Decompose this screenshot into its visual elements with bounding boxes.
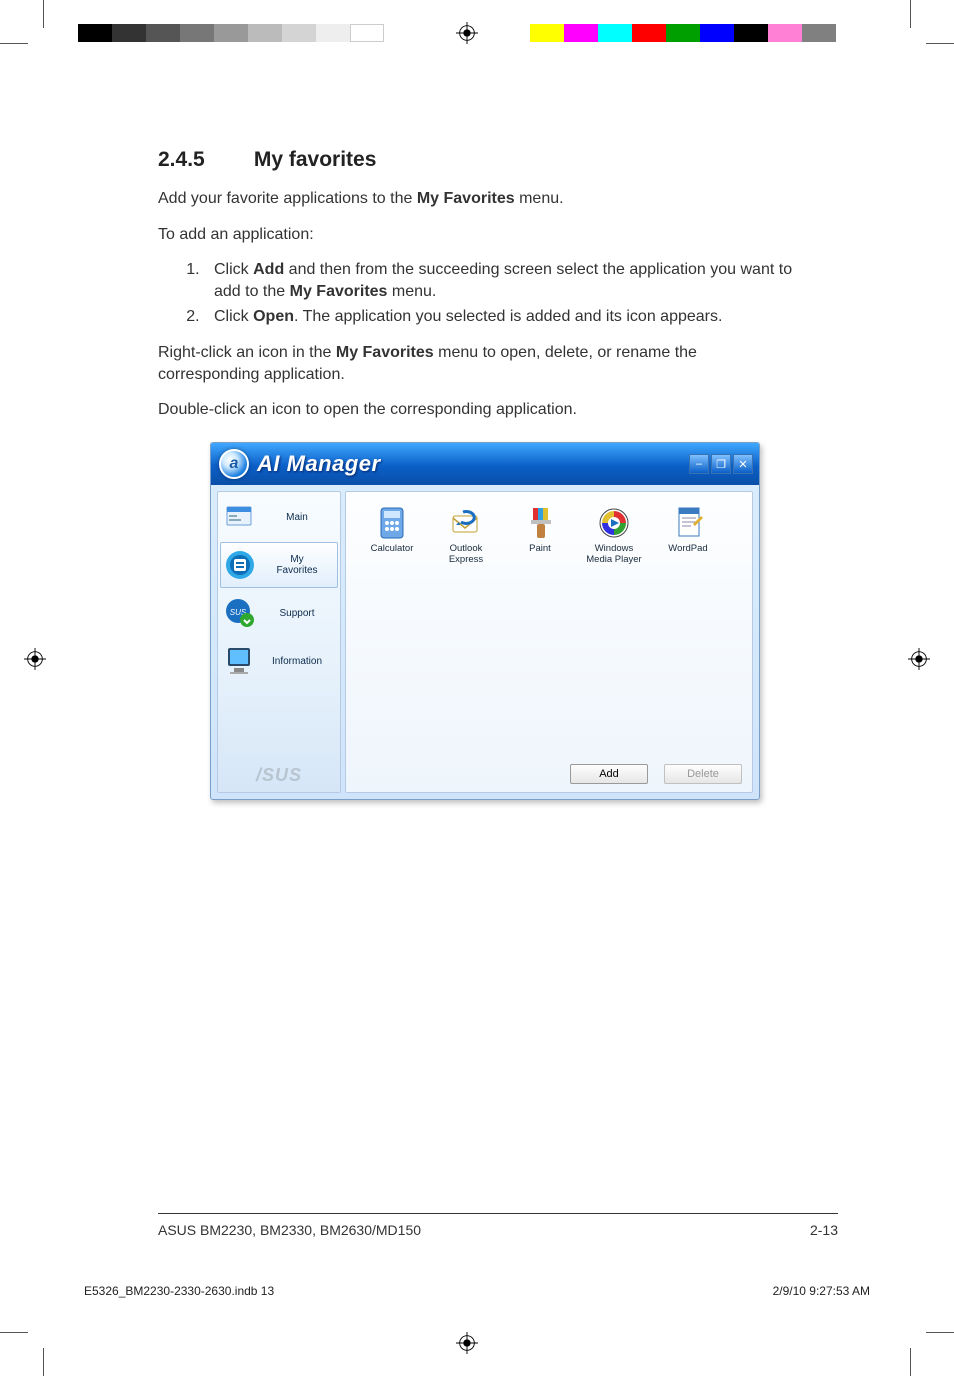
app-label: WordPad bbox=[652, 544, 724, 555]
sidebar-item-label: My Favorites bbox=[260, 554, 334, 576]
intro-paragraph: Add your favorite applications to the My… bbox=[158, 188, 798, 210]
sidebar-item-support[interactable]: SUS Support bbox=[220, 590, 338, 636]
crop-mark bbox=[0, 1332, 28, 1333]
step-1: Click Add and then from the succeeding s… bbox=[204, 259, 798, 302]
crop-mark bbox=[910, 1348, 911, 1376]
sidebar-item-favorites[interactable]: My Favorites bbox=[220, 542, 338, 588]
registration-mark-icon bbox=[456, 1332, 478, 1354]
favorites-icon bbox=[224, 549, 256, 581]
lead-in: To add an application: bbox=[158, 224, 798, 246]
wmp-icon bbox=[597, 506, 631, 540]
color-bar bbox=[530, 24, 836, 42]
rightclick-paragraph: Right-click an icon in the My Favorites … bbox=[158, 342, 798, 385]
crop-mark bbox=[910, 0, 911, 28]
registration-mark-icon bbox=[24, 648, 46, 670]
outlook-icon bbox=[449, 506, 483, 540]
app-label: Outlook Express bbox=[430, 544, 502, 566]
grayscale-bar bbox=[78, 24, 384, 42]
section-title: My favorites bbox=[254, 148, 377, 171]
wordpad-icon bbox=[671, 506, 705, 540]
page-footer: ASUS BM2230, BM2330, BM2630/MD150 2-13 bbox=[158, 1213, 838, 1238]
app-calculator[interactable]: Calculator bbox=[356, 506, 428, 566]
crop-mark bbox=[43, 0, 44, 28]
app-label: Windows Media Player bbox=[578, 544, 650, 566]
maximize-button[interactable]: ❐ bbox=[711, 454, 731, 474]
app-wmp[interactable]: Windows Media Player bbox=[578, 506, 650, 566]
app-paint[interactable]: Paint bbox=[504, 506, 576, 566]
page: 2.4.5 My favorites Add your favorite app… bbox=[60, 60, 894, 1316]
content: 2.4.5 My favorites Add your favorite app… bbox=[158, 148, 798, 435]
step-2: Click Open. The application you selected… bbox=[204, 306, 798, 328]
steps-list: Click Add and then from the succeeding s… bbox=[158, 259, 798, 328]
app-wordpad[interactable]: WordPad bbox=[652, 506, 724, 566]
section-heading: 2.4.5 My favorites bbox=[158, 148, 798, 172]
main-panel: Calculator Outlook Express Paint bbox=[345, 491, 753, 793]
registration-mark-icon bbox=[456, 22, 478, 44]
brand-logo: /SUS bbox=[218, 765, 340, 786]
footer-left: ASUS BM2230, BM2330, BM2630/MD150 bbox=[158, 1222, 421, 1238]
app-logo-icon: a bbox=[219, 449, 249, 479]
favorites-grid: Calculator Outlook Express Paint bbox=[346, 492, 752, 580]
delete-button[interactable]: Delete bbox=[664, 764, 742, 784]
add-button[interactable]: Add bbox=[570, 764, 648, 784]
support-icon: SUS bbox=[224, 597, 256, 629]
information-icon bbox=[224, 645, 256, 677]
print-tag: E5326_BM2230-2330-2630.indb 13 2/9/10 9:… bbox=[60, 1284, 894, 1298]
crop-mark bbox=[0, 43, 28, 44]
app-outlook[interactable]: Outlook Express bbox=[430, 506, 502, 566]
main-icon bbox=[224, 501, 256, 533]
doubleclick-paragraph: Double-click an icon to open the corresp… bbox=[158, 399, 798, 421]
sidebar-item-main[interactable]: Main bbox=[220, 494, 338, 540]
paint-icon bbox=[523, 506, 557, 540]
footer-right: 2-13 bbox=[810, 1222, 838, 1238]
crop-mark bbox=[926, 1332, 954, 1333]
registration-mark-icon bbox=[908, 648, 930, 670]
sidebar-item-information[interactable]: Information bbox=[220, 638, 338, 684]
print-filename: E5326_BM2230-2330-2630.indb 13 bbox=[84, 1284, 274, 1298]
sidebar-item-label: Information bbox=[260, 656, 334, 667]
sidebar-item-label: Main bbox=[260, 512, 334, 523]
print-date: 2/9/10 9:27:53 AM bbox=[773, 1284, 870, 1298]
close-button[interactable]: ✕ bbox=[733, 454, 753, 474]
calculator-icon bbox=[375, 506, 409, 540]
app-label: Paint bbox=[504, 544, 576, 555]
crop-mark bbox=[43, 1348, 44, 1376]
titlebar[interactable]: a AI Manager – ❐ ✕ bbox=[211, 443, 759, 485]
app-label: Calculator bbox=[356, 544, 428, 555]
sidebar: Main My Favorites SUS Support bbox=[217, 491, 341, 793]
section-number: 2.4.5 bbox=[158, 148, 248, 172]
minimize-button[interactable]: – bbox=[689, 454, 709, 474]
window-title: AI Manager bbox=[257, 451, 381, 477]
sidebar-item-label: Support bbox=[260, 608, 334, 619]
ai-manager-window: a AI Manager – ❐ ✕ Main bbox=[210, 442, 760, 800]
crop-mark bbox=[926, 43, 954, 44]
